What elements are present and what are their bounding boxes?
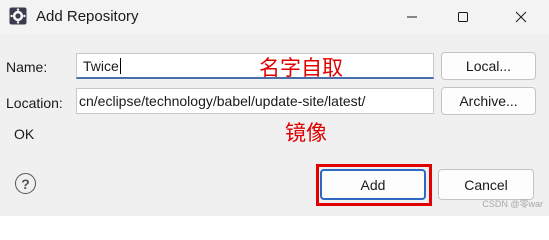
name-field[interactable]: Twice <box>76 53 434 79</box>
close-icon <box>515 11 527 23</box>
minimize-icon <box>407 16 417 18</box>
window-title: Add Repository <box>36 8 139 25</box>
minimize-button[interactable] <box>389 0 435 34</box>
help-icon[interactable]: ? <box>15 173 36 194</box>
name-field-value: Twice <box>83 57 119 74</box>
location-field-value: cn/eclipse/technology/babel/update-site/… <box>79 93 366 109</box>
archive-button[interactable]: Archive... <box>441 87 536 115</box>
watermark: CSDN @零war <box>482 199 543 209</box>
maximize-icon <box>458 12 468 22</box>
close-button[interactable] <box>498 0 544 34</box>
add-highlight-box <box>316 164 432 206</box>
cancel-button[interactable]: Cancel <box>438 169 534 200</box>
title-bar: Add Repository <box>0 0 549 34</box>
eclipse-app-icon <box>9 7 27 25</box>
location-field[interactable]: cn/eclipse/technology/babel/update-site/… <box>76 88 434 114</box>
name-label: Name: <box>6 59 48 75</box>
location-label: Location: <box>6 95 63 111</box>
local-button[interactable]: Local... <box>441 52 536 80</box>
status-text: OK <box>14 126 35 142</box>
location-annotation: 镜像 <box>285 121 327 145</box>
text-cursor <box>119 57 121 74</box>
name-annotation: 名字自取 <box>259 56 343 80</box>
maximize-button[interactable] <box>440 0 486 34</box>
